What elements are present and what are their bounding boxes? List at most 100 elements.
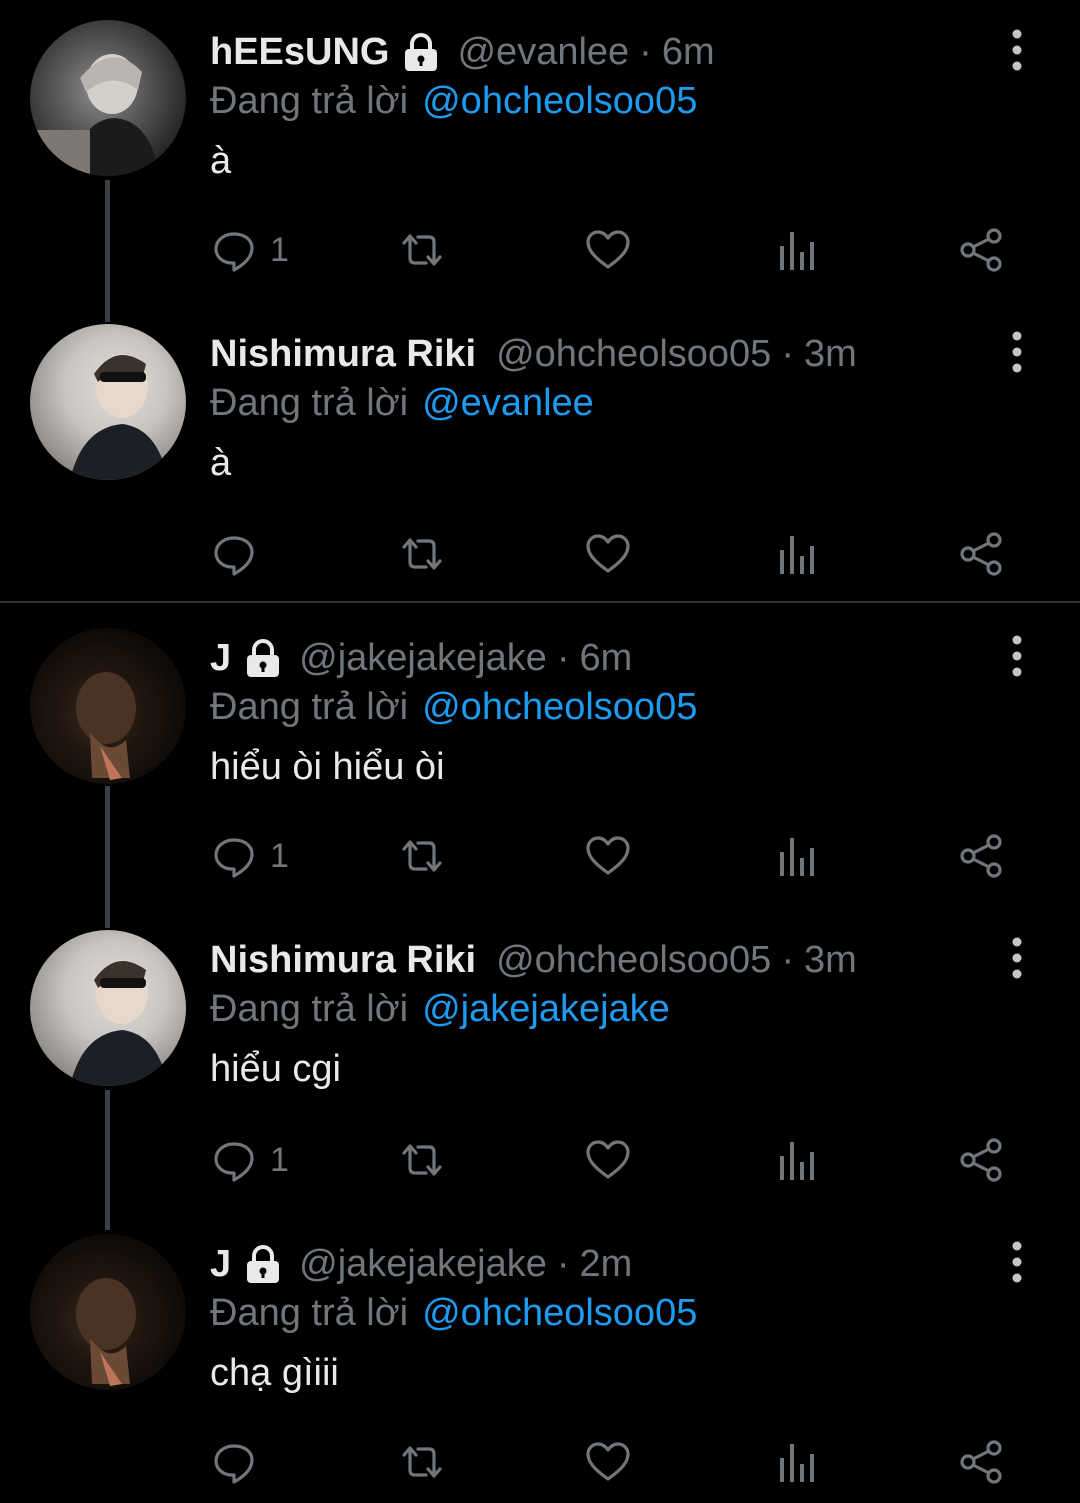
user-handle[interactable]: @evanlee	[457, 31, 629, 74]
reply-bubble-icon	[214, 536, 254, 576]
retweet-button[interactable]	[398, 826, 446, 886]
timestamp[interactable]: 3m	[804, 939, 857, 982]
share-button[interactable]	[958, 1432, 1006, 1492]
replying-to: Đang trả lời @ohcheolsoo05	[210, 684, 697, 730]
timestamp[interactable]: 3m	[804, 333, 857, 376]
separator-dot: ·	[781, 938, 794, 981]
more-vertical-icon[interactable]	[1004, 330, 1030, 374]
user-handle[interactable]: @jakejakejake	[299, 637, 547, 680]
like-button[interactable]	[584, 1130, 632, 1190]
user-handle[interactable]: @ohcheolsoo05	[496, 333, 771, 376]
retweet-button[interactable]	[398, 1432, 446, 1492]
views-button[interactable]	[772, 1130, 820, 1190]
tweet[interactable]: J @jakejakejake · 2m Đang trả lời @ohche…	[0, 1212, 1080, 1503]
replying-to-label: Đang trả lời	[210, 1291, 409, 1334]
tweet-text: hiểu cgi	[210, 1048, 341, 1090]
share-button[interactable]	[958, 826, 1006, 886]
replying-to: Đang trả lời @ohcheolsoo05	[210, 1290, 697, 1336]
action-bar	[0, 524, 1080, 584]
timestamp[interactable]: 2m	[580, 1243, 633, 1286]
views-button[interactable]	[772, 826, 820, 886]
user-handle[interactable]: @ohcheolsoo05	[496, 939, 771, 982]
like-button[interactable]	[584, 524, 632, 584]
more-vertical-icon[interactable]	[1004, 634, 1030, 678]
replying-to-link[interactable]: @ohcheolsoo05	[422, 1292, 697, 1335]
reply-button[interactable]: 1	[210, 826, 289, 886]
views-button[interactable]	[772, 524, 820, 584]
retweet-icon	[402, 1446, 442, 1478]
heart-icon	[586, 1140, 630, 1179]
tweet-text: à	[210, 140, 232, 182]
replying-to-label: Đang trả lời	[210, 987, 409, 1030]
tweet[interactable]: J @jakejakejake · 6m Đang trả lời @ohche…	[0, 606, 1080, 908]
action-bar: 1	[0, 1130, 1080, 1190]
reply-count: 1	[270, 836, 289, 875]
display-name[interactable]: Nishimura Riki	[210, 939, 476, 982]
avatar[interactable]	[30, 628, 186, 784]
timestamp[interactable]: 6m	[662, 31, 715, 74]
reply-button[interactable]: 1	[210, 220, 289, 280]
reply-button[interactable]	[210, 524, 270, 584]
more-vertical-icon[interactable]	[1004, 1240, 1030, 1284]
like-button[interactable]	[584, 1432, 632, 1492]
avatar[interactable]	[30, 930, 186, 1086]
replying-to-label: Đang trả lời	[210, 79, 409, 122]
share-button[interactable]	[958, 524, 1006, 584]
views-button[interactable]	[772, 220, 820, 280]
action-bar: 1	[0, 220, 1080, 280]
lock-icon	[247, 1245, 280, 1283]
share-icon	[960, 1138, 1002, 1182]
tweet-text: à	[210, 442, 232, 484]
like-button[interactable]	[584, 826, 632, 886]
avatar[interactable]	[30, 324, 186, 480]
avatar[interactable]	[30, 20, 186, 176]
more-vertical-icon[interactable]	[1004, 28, 1030, 72]
display-name[interactable]: J	[210, 1243, 231, 1286]
views-button[interactable]	[772, 1432, 820, 1492]
heart-icon	[586, 836, 630, 875]
tweet-text: hiểu òi hiểu òi	[210, 746, 445, 788]
more-vertical-icon[interactable]	[1004, 936, 1030, 980]
share-icon	[960, 228, 1002, 272]
reply-bubble-icon	[214, 1142, 254, 1182]
user-handle[interactable]: @jakejakejake	[299, 1243, 547, 1286]
share-button[interactable]	[958, 220, 1006, 280]
timestamp[interactable]: 6m	[580, 637, 633, 680]
avatar[interactable]	[30, 1234, 186, 1390]
heart-icon	[586, 230, 630, 269]
separator-dot: ·	[556, 1242, 570, 1285]
retweet-icon	[402, 840, 442, 872]
retweet-button[interactable]	[398, 1130, 446, 1190]
replying-to-link[interactable]: @jakejakejake	[422, 988, 670, 1031]
tweet[interactable]: Nishimura Riki @ohcheolsoo05 · 3m Đang t…	[0, 908, 1080, 1210]
reply-count: 1	[270, 230, 289, 269]
replying-to: Đang trả lời @ohcheolsoo05	[210, 78, 697, 124]
retweet-button[interactable]	[398, 220, 446, 280]
reply-bubble-icon	[214, 1444, 254, 1484]
retweet-button[interactable]	[398, 524, 446, 584]
tweet[interactable]: hEEsUNG @evanlee · 6m Đang trả lời @ohch…	[0, 0, 1080, 302]
tweet[interactable]: Nishimura Riki @ohcheolsoo05 · 3m Đang t…	[0, 302, 1080, 602]
analytics-bars-icon	[780, 232, 814, 270]
display-name[interactable]: hEEsUNG	[210, 31, 389, 74]
retweet-icon	[402, 234, 442, 266]
lock-icon	[247, 639, 280, 677]
replying-to-link[interactable]: @ohcheolsoo05	[422, 686, 697, 729]
like-button[interactable]	[584, 220, 632, 280]
display-name[interactable]: Nishimura Riki	[210, 333, 476, 376]
heart-icon	[586, 534, 630, 573]
separator-dot: ·	[781, 332, 794, 375]
replying-to-link[interactable]: @ohcheolsoo05	[422, 80, 697, 123]
replying-to: Đang trả lời @jakejakejake	[210, 986, 670, 1032]
replying-to-link[interactable]: @evanlee	[422, 382, 594, 425]
reply-button[interactable]	[210, 1432, 270, 1492]
display-name[interactable]: J	[210, 637, 231, 680]
analytics-bars-icon	[780, 1142, 814, 1180]
share-icon	[960, 1440, 1002, 1484]
analytics-bars-icon	[780, 838, 814, 876]
replying-to-label: Đang trả lời	[210, 685, 409, 728]
reply-button[interactable]: 1	[210, 1130, 289, 1190]
reply-bubble-icon	[214, 838, 254, 878]
share-button[interactable]	[958, 1130, 1006, 1190]
analytics-bars-icon	[780, 1444, 814, 1482]
